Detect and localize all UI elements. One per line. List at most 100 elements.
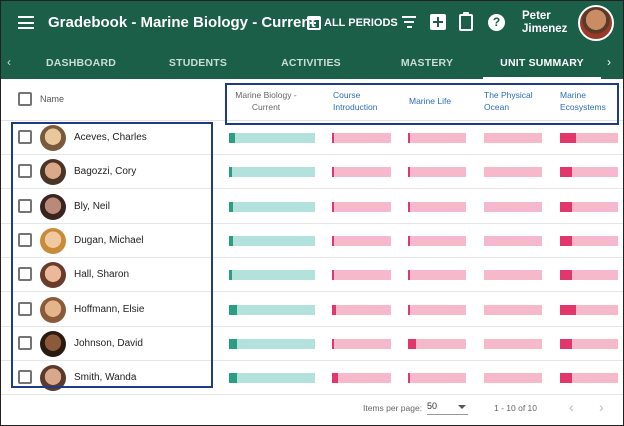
help-icon[interactable]: ? <box>488 14 505 31</box>
all-periods-button[interactable]: ALL PERIODS <box>307 13 398 33</box>
select-all-checkbox[interactable] <box>18 92 32 106</box>
progress-fill <box>408 133 410 143</box>
progress-bar[interactable] <box>560 270 618 281</box>
progress-bar[interactable] <box>560 201 618 212</box>
progress-bar[interactable] <box>560 304 618 315</box>
progress-bar[interactable] <box>229 167 315 178</box>
user-name[interactable]: Peter Jimenez <box>522 10 572 36</box>
items-per-page-label: Items per page: <box>363 403 423 413</box>
progress-bar[interactable] <box>332 270 391 281</box>
name-column-header[interactable]: Name <box>40 94 64 104</box>
progress-fill <box>408 167 410 178</box>
progress-bar[interactable] <box>408 373 466 384</box>
progress-fill <box>408 304 410 315</box>
progress-bar[interactable] <box>229 201 315 212</box>
progress-bar[interactable] <box>408 201 466 212</box>
progress-bar[interactable] <box>484 270 542 281</box>
progress-bar[interactable] <box>560 373 618 384</box>
progress-fill <box>332 133 334 143</box>
pagination-bar: Items per page: 50 1 - 10 of 10 ‹ › <box>1 393 623 425</box>
progress-bar[interactable] <box>332 167 391 178</box>
column-headers-highlight <box>225 83 619 125</box>
progress-fill <box>560 235 572 246</box>
progress-fill <box>408 338 416 349</box>
progress-bar[interactable] <box>484 133 542 143</box>
app-bar: Gradebook - Marine Biology - Current ALL… <box>1 1 623 47</box>
progress-fill <box>229 338 237 349</box>
items-per-page-value: 50 <box>427 401 438 411</box>
progress-fill <box>332 201 334 212</box>
tab-activities[interactable]: ACTIVITIES <box>266 47 356 79</box>
tab-mastery[interactable]: MASTERY <box>382 47 472 79</box>
progress-fill <box>332 167 334 178</box>
progress-bar[interactable] <box>229 304 315 315</box>
progress-fill <box>332 304 336 315</box>
progress-fill <box>332 270 334 281</box>
progress-bar[interactable] <box>484 304 542 315</box>
chevron-right-icon[interactable]: › <box>607 55 611 69</box>
progress-fill <box>332 373 338 384</box>
progress-bar[interactable] <box>408 167 466 178</box>
progress-bar[interactable] <box>408 304 466 315</box>
progress-fill <box>332 338 334 349</box>
progress-fill <box>408 373 410 384</box>
progress-bar[interactable] <box>560 235 618 246</box>
progress-fill <box>229 235 233 246</box>
progress-bar[interactable] <box>229 133 315 143</box>
progress-fill <box>560 338 572 349</box>
tab-dashboard[interactable]: DASHBOARD <box>36 47 126 79</box>
gradebook-window: Gradebook - Marine Biology - Current ALL… <box>0 0 624 426</box>
progress-bar[interactable] <box>408 270 466 281</box>
user-avatar[interactable] <box>578 5 614 41</box>
progress-bar[interactable] <box>408 133 466 143</box>
progress-bar[interactable] <box>408 235 466 246</box>
clipboard-icon[interactable] <box>459 12 473 31</box>
add-icon[interactable] <box>430 14 446 30</box>
progress-bar[interactable] <box>229 235 315 246</box>
filter-icon[interactable] <box>401 16 417 34</box>
progress-fill <box>560 133 576 143</box>
progress-fill <box>408 201 410 212</box>
progress-fill <box>560 373 572 384</box>
progress-fill <box>229 270 232 281</box>
progress-bar[interactable] <box>332 133 391 143</box>
progress-bar[interactable] <box>484 235 542 246</box>
progress-bar[interactable] <box>229 270 315 281</box>
progress-bar[interactable] <box>408 338 466 349</box>
progress-bar[interactable] <box>332 235 391 246</box>
menu-icon[interactable] <box>18 16 34 29</box>
progress-bar[interactable] <box>484 201 542 212</box>
progress-bar[interactable] <box>484 373 542 384</box>
student-names-highlight <box>11 122 213 388</box>
progress-bar[interactable] <box>332 338 391 349</box>
progress-bar[interactable] <box>332 373 391 384</box>
progress-fill <box>408 270 410 281</box>
next-page-icon[interactable]: › <box>599 399 604 415</box>
progress-fill <box>229 201 233 212</box>
progress-bar[interactable] <box>484 167 542 178</box>
tab-bar: ‹ DASHBOARD STUDENTS ACTIVITIES MASTERY … <box>1 47 623 79</box>
calendar-icon <box>307 16 321 30</box>
previous-page-icon[interactable]: ‹ <box>569 399 574 415</box>
progress-bar[interactable] <box>332 201 391 212</box>
progress-fill <box>229 304 237 315</box>
page-title: Gradebook - Marine Biology - Current <box>48 14 316 31</box>
progress-bar[interactable] <box>229 373 315 384</box>
chevron-left-icon[interactable]: ‹ <box>7 55 11 69</box>
progress-bar[interactable] <box>560 167 618 178</box>
progress-bar[interactable] <box>229 338 315 349</box>
progress-fill <box>560 167 572 178</box>
progress-fill <box>229 167 232 178</box>
progress-bar[interactable] <box>560 133 618 143</box>
tab-unit-summary[interactable]: UNIT SUMMARY <box>483 47 601 79</box>
progress-fill <box>229 373 237 384</box>
items-per-page-select[interactable]: 50 <box>427 401 468 415</box>
progress-bar[interactable] <box>560 338 618 349</box>
progress-fill <box>408 235 410 246</box>
progress-fill <box>560 270 572 281</box>
progress-fill <box>560 201 572 212</box>
progress-bar[interactable] <box>484 338 542 349</box>
tab-students[interactable]: STUDENTS <box>153 47 243 79</box>
progress-fill <box>332 235 334 246</box>
progress-bar[interactable] <box>332 304 391 315</box>
